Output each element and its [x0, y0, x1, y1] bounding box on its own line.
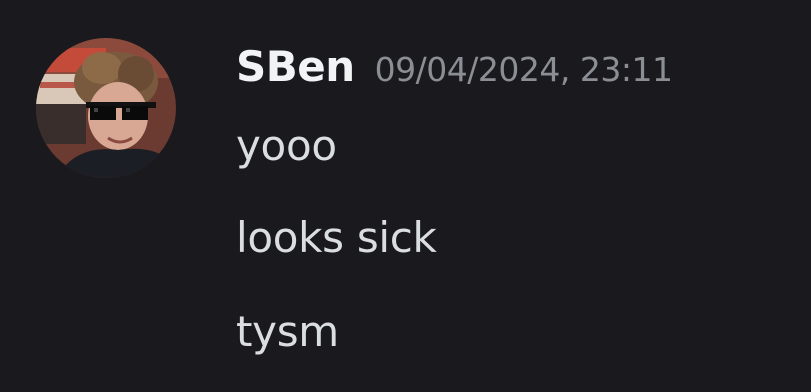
message-header: SBen 09/04/2024, 23:11 [236, 42, 673, 102]
message-text: yooo [236, 121, 337, 170]
username[interactable]: SBen [236, 42, 355, 91]
message-text: tysm [236, 307, 339, 356]
timestamp[interactable]: 09/04/2024, 23:11 [375, 50, 673, 89]
message-text: looks sick [236, 213, 437, 262]
avatar-photo-icon [36, 38, 176, 178]
user-avatar[interactable] [36, 38, 176, 178]
chat-message-group: SBen 09/04/2024, 23:11 yooo looks sick t… [0, 0, 811, 392]
